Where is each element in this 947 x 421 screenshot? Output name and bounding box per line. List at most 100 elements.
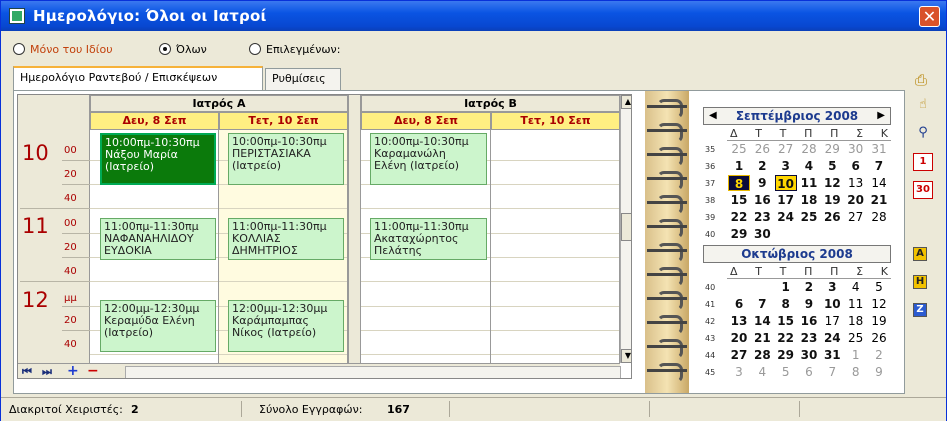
scroll-up-button[interactable]: ▲ bbox=[621, 95, 631, 109]
scroll-down-button[interactable]: ▼ bbox=[621, 349, 631, 363]
calendar-day[interactable]: 5 bbox=[868, 279, 890, 295]
radio-own-only[interactable]: Μόνο του Ιδίου bbox=[13, 43, 113, 56]
calendar-day[interactable]: 14 bbox=[751, 313, 773, 329]
calendar-day[interactable]: 19 bbox=[868, 313, 890, 329]
calendar-day[interactable]: 27 bbox=[728, 347, 750, 363]
calendar-day[interactable]: 13 bbox=[845, 175, 867, 191]
calendar-day[interactable]: 27 bbox=[845, 209, 867, 225]
calendar-day[interactable]: 29 bbox=[821, 141, 843, 157]
calendar-day[interactable]: 2 bbox=[798, 279, 820, 295]
title-bar[interactable]: Ημερολόγιο: Όλοι οι Ιατροί ✕ bbox=[1, 1, 946, 31]
calendar-day[interactable]: 6 bbox=[728, 296, 750, 312]
calendar-day[interactable]: 23 bbox=[751, 209, 773, 225]
appointment-selected[interactable]: 10:00πμ-10:30πμ Νάξου Μαρία (Ιατρείο) bbox=[100, 133, 216, 185]
calendar-day[interactable]: 6 bbox=[845, 158, 867, 174]
calendar-day[interactable]: 26 bbox=[821, 209, 843, 225]
calendar-day[interactable]: 31 bbox=[821, 347, 843, 363]
delete-appointment-button[interactable]: − bbox=[87, 363, 99, 378]
vertical-scrollbar[interactable]: ▲ ▼ bbox=[620, 95, 631, 363]
next-month-arrow-icon[interactable]: ▶ bbox=[877, 108, 885, 124]
calendar-day[interactable]: 1 bbox=[845, 347, 867, 363]
day-view-icon[interactable]: 1 bbox=[913, 153, 933, 171]
appointment[interactable]: 10:00πμ-10:30πμ Καραμανώλη Ελένη (Ιατρεί… bbox=[370, 133, 487, 185]
calendar-day[interactable]: 7 bbox=[821, 364, 843, 380]
calendar-day[interactable]: 12 bbox=[821, 175, 843, 191]
calendar-day[interactable]: 5 bbox=[821, 158, 843, 174]
radio-all[interactable]: Όλων bbox=[159, 43, 207, 56]
calendar-day[interactable]: 10 bbox=[821, 296, 843, 312]
calendar-day[interactable]: 23 bbox=[798, 330, 820, 346]
tab-settings[interactable]: Ρυθμίσεις bbox=[265, 68, 341, 90]
calendar-day[interactable]: 1 bbox=[728, 158, 750, 174]
last-record-button[interactable]: ⏭ bbox=[42, 365, 52, 378]
calendar-day[interactable]: 4 bbox=[751, 364, 773, 380]
calendar-day[interactable]: 11 bbox=[798, 175, 820, 191]
calendar-day[interactable]: 30 bbox=[845, 141, 867, 157]
h-icon[interactable]: H bbox=[913, 275, 927, 289]
calendar-day[interactable]: 28 bbox=[798, 141, 820, 157]
calendar-day[interactable]: 11 bbox=[845, 296, 867, 312]
calendar-day[interactable]: 25 bbox=[728, 141, 750, 157]
calendar-day[interactable]: 13 bbox=[728, 313, 750, 329]
calendar-day[interactable]: 31 bbox=[868, 141, 890, 157]
calendar-day[interactable]: 26 bbox=[868, 330, 890, 346]
appointment[interactable]: 12:00μμ-12:30μμ Κεραμύδα Ελένη (Ιατρείο) bbox=[100, 300, 216, 352]
appointment[interactable]: 12:00μμ-12:30μμ Καράμπαμπας Νίκος (Ιατρε… bbox=[228, 300, 344, 352]
calendar-day[interactable]: 18 bbox=[798, 192, 820, 208]
calendar-day[interactable]: 24 bbox=[775, 209, 797, 225]
day-header[interactable]: Δευ, 8 Σεπ bbox=[90, 112, 219, 130]
calendar-day[interactable]: 20 bbox=[845, 192, 867, 208]
calendar-day[interactable]: 27 bbox=[775, 141, 797, 157]
calendar-day[interactable]: 4 bbox=[845, 279, 867, 295]
calendar-day[interactable]: 15 bbox=[775, 313, 797, 329]
calendar-day[interactable]: 7 bbox=[751, 296, 773, 312]
calendar-day[interactable]: 30 bbox=[751, 226, 773, 242]
calendar-day[interactable]: 7 bbox=[868, 158, 890, 174]
calendar-day[interactable]: 5 bbox=[775, 364, 797, 380]
horizontal-scrollbar[interactable] bbox=[125, 366, 621, 378]
calendar-day[interactable]: 2 bbox=[751, 158, 773, 174]
zoom-icon[interactable]: ⚲ bbox=[913, 125, 933, 143]
calendar-day[interactable]: 20 bbox=[728, 330, 750, 346]
calendar-day[interactable]: 9 bbox=[751, 175, 773, 191]
a-icon[interactable]: A bbox=[913, 247, 927, 261]
calendar-day[interactable]: 24 bbox=[821, 330, 843, 346]
tab-appointments[interactable]: Ημερολόγιο Ραντεβού / Επισκέψεων bbox=[13, 66, 263, 90]
calendar-day[interactable]: 22 bbox=[728, 209, 750, 225]
calendar-day[interactable]: 12 bbox=[868, 296, 890, 312]
appointment[interactable]: 10:00πμ-10:30πμ ΠΕΡΙΣΤΑΣΙΑΚΑ (Ιατρείο) bbox=[228, 133, 344, 185]
calendar-day[interactable]: 17 bbox=[821, 313, 843, 329]
calendar-day[interactable]: 9 bbox=[798, 296, 820, 312]
radio-selected[interactable]: Επιλεγμένων: bbox=[249, 43, 340, 56]
day-header[interactable]: Τετ, 10 Σεπ bbox=[491, 112, 620, 130]
calendar-day[interactable]: 21 bbox=[751, 330, 773, 346]
z-icon[interactable]: Z bbox=[913, 303, 927, 317]
calendar-day[interactable]: 19 bbox=[821, 192, 843, 208]
calendar-day[interactable]: 8 bbox=[775, 296, 797, 312]
first-record-button[interactable]: ⏮ bbox=[22, 365, 32, 378]
scroll-thumb[interactable] bbox=[621, 213, 631, 241]
calendar-day[interactable]: 3 bbox=[775, 158, 797, 174]
hand-icon[interactable]: ☝ bbox=[913, 97, 933, 115]
calendar-day[interactable]: 28 bbox=[751, 347, 773, 363]
calendar-day[interactable]: 29 bbox=[775, 347, 797, 363]
calendar-day[interactable]: 8 bbox=[845, 364, 867, 380]
day-header[interactable]: Τετ, 10 Σεπ bbox=[219, 112, 348, 130]
appointment[interactable]: 11:00πμ-11:30πμ Ακαταχώρητος Πελάτης bbox=[370, 218, 487, 260]
calendar-day[interactable]: 16 bbox=[751, 192, 773, 208]
calendar-day-selected[interactable]: 8 bbox=[728, 175, 750, 191]
day-header[interactable]: Δευ, 8 Σεπ bbox=[361, 112, 491, 130]
calendar-day[interactable]: 3 bbox=[821, 279, 843, 295]
calendar-day[interactable]: 4 bbox=[798, 158, 820, 174]
calendar-day[interactable]: 25 bbox=[845, 330, 867, 346]
month-view-icon[interactable]: 30 bbox=[913, 181, 933, 199]
calendar-day[interactable]: 9 bbox=[868, 364, 890, 380]
appointment[interactable]: 11:00πμ-11:30πμ ΝΑΦΑΝΑΗΛΙΔΟΥ ΕΥΔΟΚΙΑ bbox=[100, 218, 216, 260]
calendar-day[interactable]: 26 bbox=[751, 141, 773, 157]
calendar-day[interactable]: 15 bbox=[728, 192, 750, 208]
calendar-day[interactable]: 2 bbox=[868, 347, 890, 363]
calendar-day[interactable]: 30 bbox=[798, 347, 820, 363]
calendar-day[interactable]: 22 bbox=[775, 330, 797, 346]
calendar-day[interactable]: 1 bbox=[775, 279, 797, 295]
day-column[interactable] bbox=[491, 130, 620, 378]
